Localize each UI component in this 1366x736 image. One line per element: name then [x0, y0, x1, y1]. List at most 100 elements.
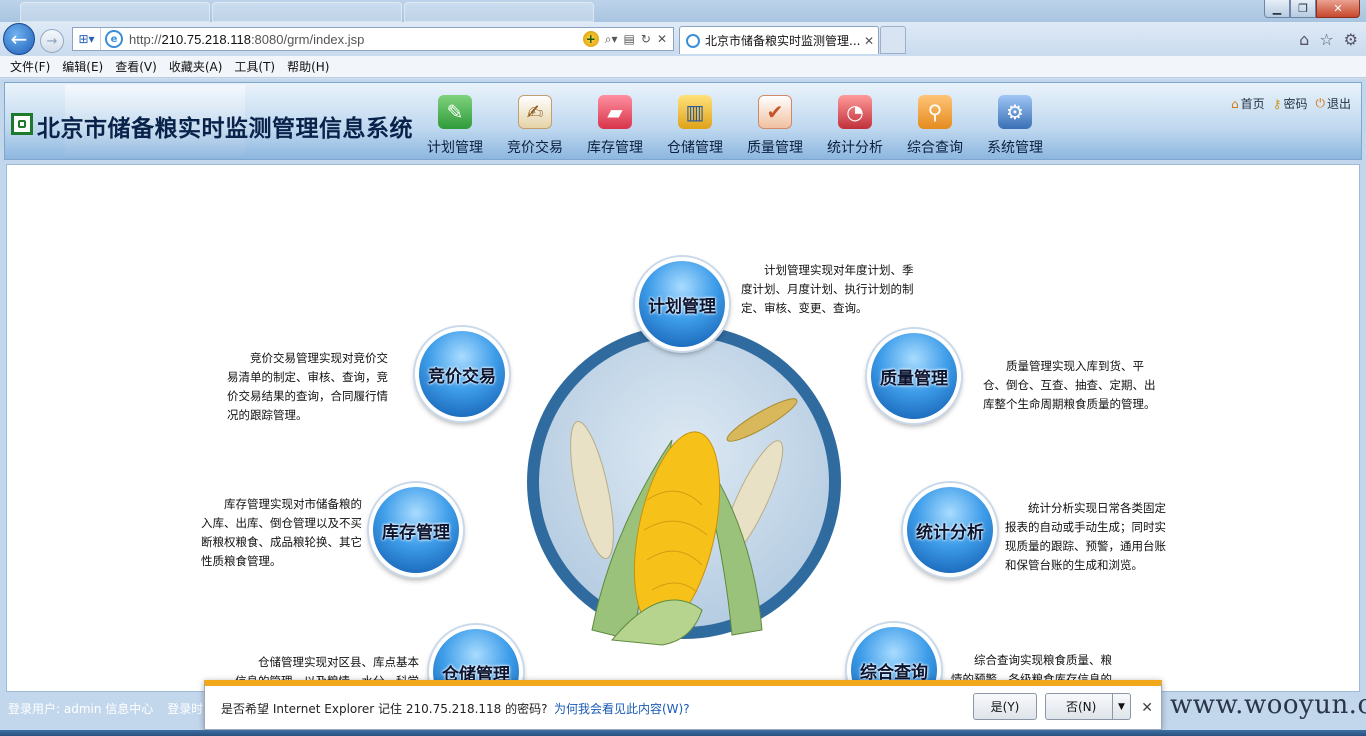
- key-icon: ⚷: [1272, 96, 1282, 111]
- taskbar: [0, 730, 1366, 736]
- browser-navbar: ← → ⊞▾ e http://210.75.218.118:8080/grm/…: [0, 22, 1366, 56]
- inventory-icon: ▰: [598, 95, 632, 129]
- ie-tab-icon: [686, 33, 700, 48]
- tab-active[interactable]: 北京市储备粮实时监测管理... ✕: [679, 26, 879, 54]
- system-title: 北京市储备粮实时监测管理信息系统: [37, 116, 413, 142]
- address-tools: + ⌕▾ ▤ ↻ ✕: [582, 31, 673, 47]
- nav-statistics[interactable]: ◔ 统计分析: [815, 89, 895, 157]
- background-window-tab: [20, 2, 210, 22]
- module-quality-title: 质量管理: [880, 368, 948, 389]
- back-button[interactable]: ←: [3, 23, 35, 55]
- main-nav: ✎ 计划管理 ✍ 竞价交易 ▰ 库存管理 ▥ 仓储管理 ✔ 质量管理 ◔ 统计分…: [415, 89, 1055, 157]
- new-tab-button[interactable]: [880, 26, 906, 54]
- main-panel: 计划管理 计划管理实现对年度计划、季度计划、月度计划、执行计划的制定、审核、变更…: [6, 164, 1360, 719]
- window-titlebar: ▁ ❐ ✕: [0, 0, 1366, 22]
- close-window-button[interactable]: ✕: [1316, 0, 1360, 18]
- menu-help[interactable]: 帮助(H): [281, 58, 335, 75]
- close-icon[interactable]: ✕: [1141, 700, 1153, 716]
- nav-warehouse[interactable]: ▥ 仓储管理: [655, 89, 735, 157]
- menu-file[interactable]: 文件(F): [4, 58, 56, 75]
- nav-query[interactable]: ⚲ 综合查询: [895, 89, 975, 157]
- nav-label: 竞价交易: [507, 140, 563, 156]
- ie-logo-icon: e: [105, 30, 123, 48]
- no-button-label: 否(N): [1066, 700, 1097, 714]
- password-link-label: 密码: [1283, 97, 1308, 111]
- chevron-down-icon[interactable]: ▼: [1112, 694, 1130, 719]
- system-header: 北京市储备粮实时监测管理信息系统 ✎ 计划管理 ✍ 竞价交易 ▰ 库存管理 ▥ …: [4, 82, 1362, 160]
- save-password-question: 是否希望 Internet Explorer 记住 210.75.218.118…: [221, 702, 548, 716]
- close-tab-icon[interactable]: ✕: [864, 34, 878, 48]
- menu-favorites[interactable]: 收藏夹(A): [163, 58, 229, 75]
- url-text[interactable]: http://210.75.218.118:8080/grm/index.jsp: [129, 32, 583, 47]
- arrow-right-icon: →: [46, 33, 58, 49]
- background-window-tab: [212, 2, 402, 22]
- page-content: 北京市储备粮实时监测管理信息系统 ✎ 计划管理 ✍ 竞价交易 ▰ 库存管理 ▥ …: [0, 79, 1366, 736]
- nav-label: 统计分析: [827, 140, 883, 156]
- quality-icon: ✔: [758, 95, 792, 129]
- stop-icon[interactable]: ✕: [657, 32, 667, 46]
- logout-link[interactable]: ⏻ 退出: [1315, 95, 1351, 112]
- refresh-icon[interactable]: ↻: [641, 32, 651, 46]
- menu-edit[interactable]: 编辑(E): [56, 58, 109, 75]
- nav-trade[interactable]: ✍ 竞价交易: [495, 89, 575, 157]
- nav-label: 质量管理: [747, 140, 803, 156]
- module-inventory-desc: 库存管理实现对市储备粮的入库、出库、倒仓管理以及不买断粮权粮食、成品粮轮换、其它…: [201, 497, 362, 568]
- warehouse-icon: ▥: [678, 95, 712, 129]
- login-time-text: 登录时: [167, 701, 204, 716]
- minimize-button[interactable]: ▁: [1264, 0, 1290, 18]
- nav-label: 计划管理: [427, 140, 483, 156]
- login-user-text: 登录用户: admin 信息中心: [8, 701, 154, 716]
- home-link[interactable]: ⌂ 首页: [1231, 95, 1265, 112]
- module-plan-button[interactable]: 计划管理: [635, 257, 729, 351]
- menu-tools[interactable]: 工具(T): [228, 58, 281, 75]
- system-icon: ⚙: [998, 95, 1032, 129]
- module-trade-desc: 竞价交易管理实现对竞价交易清单的制定、审核、查询，竞价交易结果的查询，合同履行情…: [227, 351, 388, 422]
- nav-label: 库存管理: [587, 140, 643, 156]
- nav-quality[interactable]: ✔ 质量管理: [735, 89, 815, 157]
- menu-view[interactable]: 查看(V): [109, 58, 163, 75]
- nav-label: 仓储管理: [667, 140, 723, 156]
- module-quality-button[interactable]: 质量管理: [867, 329, 961, 423]
- maximize-button[interactable]: ❐: [1290, 0, 1316, 18]
- module-trade-title: 竞价交易: [428, 366, 496, 387]
- home-icon[interactable]: ⌂: [1299, 30, 1309, 49]
- why-seeing-this-link[interactable]: 为何我会看见此内容(W)?: [554, 700, 690, 717]
- compat-view-icon[interactable]: ⊞▾: [73, 28, 101, 50]
- yes-button[interactable]: 是(Y): [973, 693, 1037, 720]
- address-bar[interactable]: ⊞▾ e http://210.75.218.118:8080/grm/inde…: [72, 27, 674, 51]
- logout-link-label: 退出: [1326, 97, 1351, 111]
- system-logo-icon: [11, 113, 33, 135]
- module-trade-button[interactable]: 竞价交易: [415, 327, 509, 421]
- page-icon[interactable]: ▤: [624, 32, 635, 46]
- trade-icon: ✍: [518, 95, 552, 129]
- module-query-title: 综合查询: [860, 662, 928, 683]
- no-button[interactable]: 否(N) ▼: [1045, 693, 1131, 720]
- nav-system[interactable]: ⚙ 系统管理: [975, 89, 1055, 157]
- password-link[interactable]: ⚷ 密码: [1273, 95, 1308, 112]
- search-icon[interactable]: ⌕▾: [605, 32, 618, 47]
- add-icon[interactable]: +: [582, 31, 599, 47]
- statistics-icon: ◔: [838, 95, 872, 129]
- window-controls: ▁ ❐ ✕: [1264, 0, 1360, 18]
- module-plan-desc: 计划管理实现对年度计划、季度计划、月度计划、执行计划的制定、审核、变更、查询。: [741, 263, 914, 315]
- nav-label: 综合查询: [907, 140, 963, 156]
- module-statistics-button[interactable]: 统计分析: [903, 483, 997, 577]
- plan-icon: ✎: [438, 95, 472, 129]
- module-plan-title: 计划管理: [648, 296, 716, 317]
- nav-plan[interactable]: ✎ 计划管理: [415, 89, 495, 157]
- gear-icon[interactable]: ⚙: [1344, 30, 1358, 49]
- save-password-notification: 是否希望 Internet Explorer 记住 210.75.218.118…: [204, 680, 1162, 730]
- module-inventory-title: 库存管理: [382, 522, 450, 543]
- top-links: ⌂ 首页 ⚷ 密码 ⏻ 退出: [1231, 95, 1351, 112]
- home-link-label: 首页: [1240, 97, 1265, 111]
- module-inventory-button[interactable]: 库存管理: [369, 483, 463, 577]
- nav-inventory[interactable]: ▰ 库存管理: [575, 89, 655, 157]
- tab-title: 北京市储备粮实时监测管理...: [705, 34, 861, 48]
- background-window-tab: [404, 2, 594, 22]
- forward-button[interactable]: →: [40, 29, 64, 53]
- favorites-star-icon[interactable]: ☆: [1319, 30, 1333, 49]
- menu-bar: 文件(F) 编辑(E) 查看(V) 收藏夹(A) 工具(T) 帮助(H): [0, 56, 1366, 78]
- module-statistics-title: 统计分析: [916, 522, 984, 543]
- module-quality-desc: 质量管理实现入库到货、平仓、倒仓、互查、抽查、定期、出库整个生命周期粮食质量的管…: [983, 359, 1156, 411]
- corn-illustration: [570, 398, 798, 646]
